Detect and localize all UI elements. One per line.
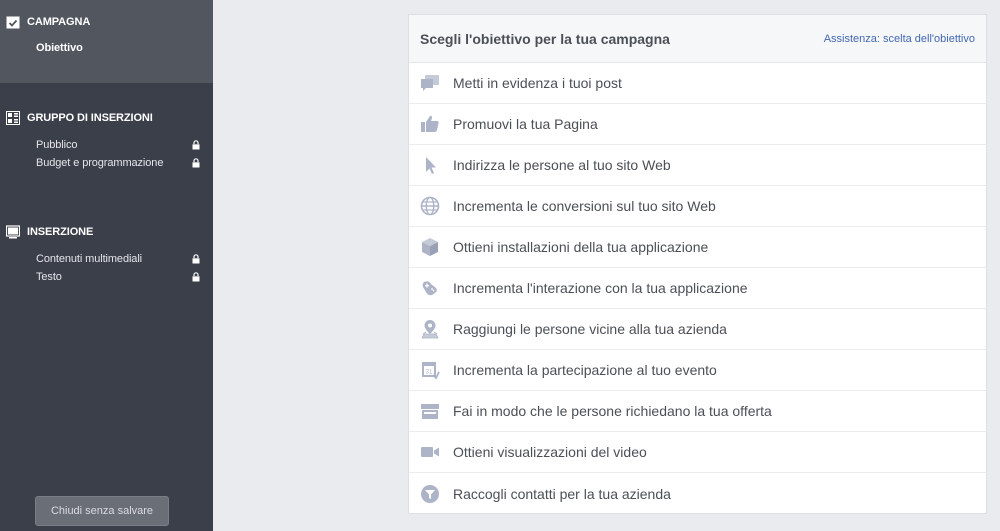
page-title: Scegli l'obiettivo per la tua campagna: [420, 30, 670, 47]
sidebar-item-contenuti[interactable]: Contenuti multimediali: [36, 253, 200, 265]
grid-icon: [6, 111, 20, 125]
lock-icon: [192, 254, 200, 264]
sidebar-item-label: Budget e programmazione: [36, 157, 164, 169]
objective-item-app-installs[interactable]: Ottieni installazioni della tua applicaz…: [409, 227, 986, 268]
gamepad-icon: [420, 278, 440, 298]
objective-list: Metti in evidenza i tuoi post Promuovi l…: [409, 63, 986, 514]
svg-text:31: 31: [426, 370, 433, 376]
lock-icon: [192, 140, 200, 150]
objective-label: Incrementa le conversioni sul tuo sito W…: [453, 198, 716, 214]
checklist-icon: [6, 15, 20, 29]
store-icon: [420, 401, 440, 421]
calendar-icon: 31: [420, 360, 440, 380]
objective-label: Incrementa l'interazione con la tua appl…: [453, 280, 748, 296]
objective-item-website[interactable]: Indirizza le persone al tuo sito Web: [409, 145, 986, 186]
sidebar-section-header-campagna[interactable]: CAMPAGNA: [6, 15, 90, 29]
objective-card: Scegli l'obiettivo per la tua campagna A…: [408, 14, 987, 514]
objective-item-app-engagement[interactable]: Incrementa l'interazione con la tua appl…: [409, 268, 986, 309]
objective-item-event[interactable]: 31 Incrementa la partecipazione al tuo e…: [409, 350, 986, 391]
help-link[interactable]: Assistenza: scelta dell'obiettivo: [824, 33, 975, 45]
sidebar-section-title: INSERZIONE: [27, 226, 94, 238]
sidebar-item-pubblico[interactable]: Pubblico: [36, 139, 200, 151]
sidebar-item-label: Pubblico: [36, 139, 78, 151]
objective-label: Metti in evidenza i tuoi post: [453, 75, 622, 91]
monitor-icon: [6, 225, 20, 239]
objective-item-conversions[interactable]: Incrementa le conversioni sul tuo sito W…: [409, 186, 986, 227]
objective-label: Indirizza le persone al tuo sito Web: [453, 157, 671, 173]
objective-label: Promuovi la tua Pagina: [453, 116, 598, 132]
objective-label: Ottieni visualizzazioni del video: [453, 444, 647, 460]
sidebar-section-header-gruppo[interactable]: GRUPPO DI INSERZIONI: [6, 111, 153, 125]
objective-item-video[interactable]: Ottieni visualizzazioni del video: [409, 432, 986, 473]
objective-item-page[interactable]: Promuovi la tua Pagina: [409, 104, 986, 145]
objective-item-post[interactable]: Metti in evidenza i tuoi post: [409, 63, 986, 104]
sidebar-item-obiettivo[interactable]: Obiettivo: [36, 42, 200, 54]
objective-label: Incrementa la partecipazione al tuo even…: [453, 362, 717, 378]
objective-label: Fai in modo che le persone richiedano la…: [453, 403, 772, 419]
speech-bubbles-icon: [420, 73, 440, 93]
sidebar-section-campagna: CAMPAGNA Obiettivo: [0, 0, 213, 83]
sidebar-section-title: CAMPAGNA: [27, 16, 91, 28]
video-camera-icon: [420, 442, 440, 462]
thumbs-up-icon: [420, 114, 440, 134]
objective-label: Raccogli contatti per la tua azienda: [453, 485, 671, 502]
sidebar-item-budget[interactable]: Budget e programmazione: [36, 157, 200, 169]
sidebar-item-testo[interactable]: Testo: [36, 271, 200, 283]
card-header: Scegli l'obiettivo per la tua campagna A…: [409, 15, 986, 63]
sidebar: CAMPAGNA Obiettivo GRUPPO DI INSERZIONI: [0, 0, 213, 531]
sidebar-section-title: GRUPPO DI INSERZIONI: [27, 112, 153, 124]
funnel-icon: [420, 484, 440, 504]
globe-icon: [420, 196, 440, 216]
sidebar-item-label: Contenuti multimediali: [36, 253, 143, 265]
cursor-icon: [420, 155, 440, 175]
lock-icon: [192, 158, 200, 168]
box-icon: [420, 237, 440, 257]
objective-label: Raggiungi le persone vicine alla tua azi…: [453, 321, 727, 337]
objective-item-local[interactable]: Raggiungi le persone vicine alla tua azi…: [409, 309, 986, 350]
close-without-saving-button[interactable]: Chiudi senza salvare: [35, 496, 169, 526]
objective-item-leads[interactable]: Raccogli contatti per la tua azienda: [409, 473, 986, 514]
objective-item-offer[interactable]: Fai in modo che le persone richiedano la…: [409, 391, 986, 432]
map-pin-icon: [420, 319, 440, 339]
objective-label: Ottieni installazioni della tua applicaz…: [453, 239, 709, 255]
sidebar-section-header-inserzione[interactable]: INSERZIONE: [6, 225, 93, 239]
sidebar-item-label: Obiettivo: [36, 42, 83, 54]
lock-icon: [192, 272, 200, 282]
sidebar-item-label: Testo: [36, 271, 62, 283]
